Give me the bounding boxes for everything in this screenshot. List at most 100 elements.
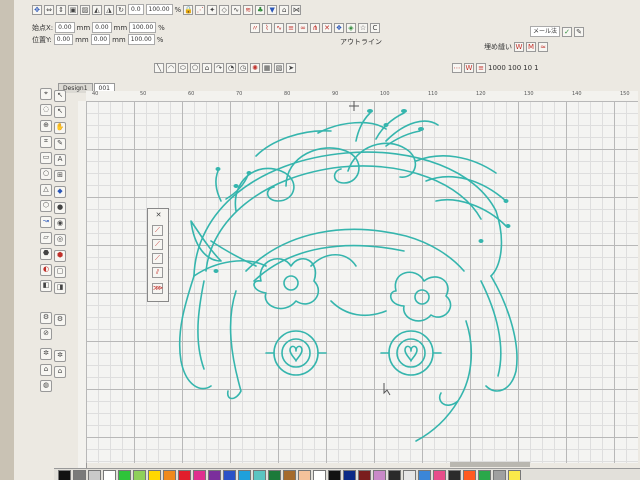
brush-icon[interactable]: ✎ <box>54 138 66 150</box>
stitch-type-select[interactable]: メール法 <box>530 26 561 37</box>
rotate-icon[interactable]: ↻ <box>116 4 126 15</box>
color-swatch[interactable] <box>268 469 281 480</box>
stitch-sim-icon[interactable]: ⚙ <box>40 312 52 324</box>
tatami-icon[interactable]: ≡ <box>476 63 486 73</box>
color-swatch[interactable] <box>493 469 506 480</box>
diagonal-icon[interactable]: ▧ <box>274 63 284 73</box>
color-swatch[interactable] <box>73 469 86 480</box>
fill-icon[interactable]: ▱ <box>40 232 52 244</box>
pen-icon[interactable]: ✎ <box>574 26 585 37</box>
close-icon[interactable]: ✕ <box>153 211 164 222</box>
cross-icon[interactable]: ✕ <box>322 23 332 33</box>
line-icon[interactable]: ╲ <box>154 63 164 73</box>
triple-stitch-icon[interactable]: ⟋ <box>152 253 163 264</box>
select-arrow-icon[interactable]: ↖ <box>54 90 66 102</box>
oval-icon[interactable]: ⬭ <box>178 63 188 73</box>
radial-icon[interactable]: ✺ <box>250 63 260 73</box>
thread-icon[interactable]: ⊘ <box>40 328 52 340</box>
color-swatch[interactable] <box>163 469 176 480</box>
pan-icon[interactable]: ✋ <box>54 122 66 134</box>
zigzag-line-icon[interactable]: ⋙ <box>152 283 163 294</box>
flip-vertical-icon[interactable]: ◮ <box>104 4 114 15</box>
clock-icon[interactable]: ◷ <box>238 63 248 73</box>
node-icon[interactable]: ◇ <box>219 4 230 15</box>
curve-icon[interactable]: ↷ <box>214 63 224 73</box>
color-swatch[interactable] <box>373 469 386 480</box>
fill-pattern-3-icon[interactable]: ≈ <box>538 42 548 52</box>
satin-icon[interactable]: ≋ <box>243 4 254 15</box>
fill-pattern-icon[interactable]: W <box>514 42 524 52</box>
tree-icon[interactable]: ♣ <box>255 4 266 15</box>
color-swatch[interactable] <box>448 469 461 480</box>
applique-icon[interactable]: ⬣ <box>40 248 52 260</box>
ungroup-icon[interactable]: ▨ <box>80 4 90 15</box>
start-y-field[interactable]: 0.00 <box>53 34 74 45</box>
color-swatch[interactable] <box>133 469 146 480</box>
layer-icon[interactable]: ◧ <box>40 280 52 292</box>
color-swatch[interactable] <box>298 469 311 480</box>
zoom-icon[interactable]: ⊕ <box>40 120 52 132</box>
number-10[interactable]: 10 <box>523 64 532 72</box>
satin-fill-icon[interactable]: W <box>464 63 474 73</box>
shape-icon[interactable]: △ <box>40 184 52 196</box>
color-swatch[interactable] <box>418 469 431 480</box>
line-stitch-icon[interactable]: ⟋ <box>152 239 163 250</box>
run-icon[interactable]: ⋯ <box>452 63 462 73</box>
color-swatch[interactable] <box>313 469 326 480</box>
measure-icon[interactable]: ⌗ <box>40 136 52 148</box>
angle-field[interactable]: 0.0 <box>128 4 144 15</box>
color-swatch[interactable] <box>208 469 221 480</box>
settings-icon[interactable]: ⚙ <box>54 314 66 326</box>
number-1[interactable]: 1 <box>534 64 538 72</box>
color-swatch[interactable] <box>193 469 206 480</box>
wave-icon[interactable]: ∿ <box>274 23 284 33</box>
lock-icon[interactable]: 🔒 <box>183 4 194 15</box>
bobbin-icon[interactable]: ◍ <box>40 380 52 392</box>
color-swatch[interactable] <box>433 469 446 480</box>
color-swatch[interactable] <box>238 469 251 480</box>
star-icon[interactable]: ☆ <box>358 23 368 33</box>
arrow-icon[interactable]: ➤ <box>286 63 296 73</box>
cog-icon[interactable]: ✲ <box>40 348 52 360</box>
hanger-icon[interactable]: ⌂ <box>279 4 290 15</box>
horizontal-scrollbar[interactable] <box>450 462 530 467</box>
align-icon[interactable]: ⇔ <box>44 4 54 15</box>
hemstitch-icon[interactable]: ⋔ <box>310 23 320 33</box>
motif-icon[interactable]: ❖ <box>334 23 344 33</box>
distribute-icon[interactable]: ⇕ <box>56 4 66 15</box>
color-swatch[interactable] <box>343 469 356 480</box>
color-swatch[interactable] <box>253 469 266 480</box>
polygon-icon[interactable]: ⬠ <box>190 63 200 73</box>
wand-icon[interactable]: ✦ <box>207 4 218 15</box>
circle-icon[interactable]: ○ <box>40 168 52 180</box>
color-swatch[interactable] <box>88 469 101 480</box>
zigzag-icon[interactable]: ⌇ <box>262 23 272 33</box>
arc-icon[interactable]: ◠ <box>166 63 176 73</box>
color-icon[interactable]: ◈ <box>346 23 356 33</box>
stop-icon[interactable]: ⬢ <box>54 250 66 262</box>
bezier-icon[interactable]: ∿ <box>231 4 242 15</box>
shirt-icon[interactable]: ▼ <box>267 4 278 15</box>
outline-icon[interactable]: ⬡ <box>40 200 52 212</box>
layer-2-icon[interactable]: ◨ <box>54 282 66 294</box>
satin-line-icon[interactable]: ⫽ <box>152 267 163 278</box>
layer-down-icon[interactable]: ⌂ <box>54 366 66 378</box>
layer-up-icon[interactable]: ⌂ <box>40 364 52 376</box>
scale-y-field-2[interactable]: 100.00 <box>127 34 155 45</box>
color-swatch[interactable] <box>103 469 116 480</box>
text-icon[interactable]: A <box>54 154 66 166</box>
mirror-icon[interactable]: ⋈ <box>291 4 302 15</box>
height-field[interactable]: 0.00 <box>90 34 111 45</box>
pointer-icon[interactable]: ⌖ <box>40 88 52 100</box>
point-edit-icon[interactable]: ◌ <box>40 104 52 116</box>
dot-icon[interactable]: ● <box>54 202 66 214</box>
color-swatch[interactable] <box>223 469 236 480</box>
color-swatch[interactable] <box>118 469 131 480</box>
rectangle-icon[interactable]: ▭ <box>40 152 52 164</box>
c-shape-icon[interactable]: C <box>370 23 380 33</box>
stitch-icon[interactable]: ⋰ <box>195 4 206 15</box>
needle-icon[interactable]: ⟋ <box>152 225 163 236</box>
color-swatch[interactable] <box>388 469 401 480</box>
grid-icon[interactable]: ▦ <box>262 63 272 73</box>
check-icon[interactable]: ✓ <box>562 26 573 37</box>
